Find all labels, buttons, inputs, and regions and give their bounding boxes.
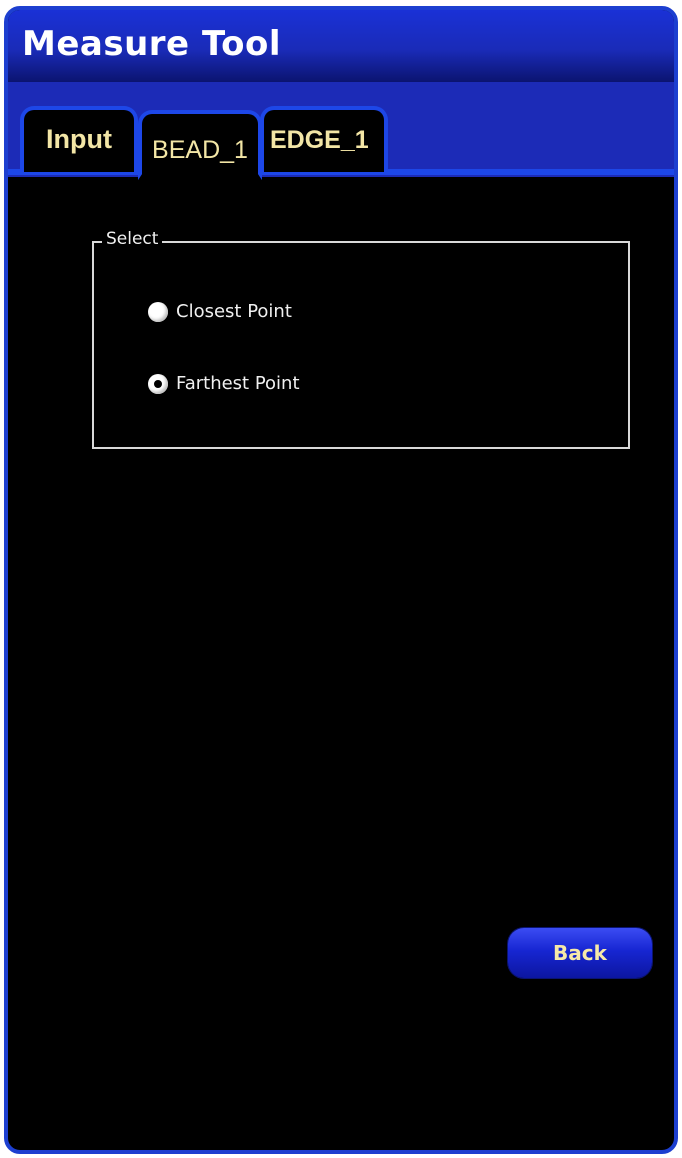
radio-checked-icon [148,373,168,394]
closest-point-label: Closest Point [176,301,292,322]
select-legend: Select [102,229,163,249]
closest-point-radio[interactable]: Closest Point [148,301,292,322]
farthest-point-radio[interactable]: Farthest Point [148,373,300,394]
tab-edge-1-label: EDGE_1 [270,126,369,154]
back-button[interactable]: Back [508,928,652,978]
window-title: Measure Tool [22,24,281,64]
tab-input-label: Input [46,124,112,154]
farthest-point-label: Farthest Point [176,373,300,394]
radio-unchecked-icon [148,301,168,322]
select-groupbox: Select Closest Point Farthest Point [92,229,630,449]
tab-input[interactable]: Input [20,106,138,172]
measure-tool-window: Measure Tool Input EDGE_1 BEAD_1 Select … [4,6,678,1154]
tab-edge-1[interactable]: EDGE_1 [260,106,388,172]
tab-bead-1-label: BEAD_1 [152,136,248,164]
tab-bead-1[interactable]: BEAD_1 [138,110,262,180]
title-bar: Measure Tool [8,10,674,82]
